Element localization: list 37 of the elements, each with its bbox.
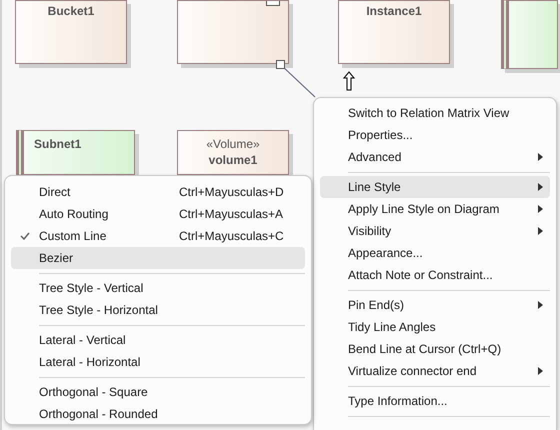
menu-item[interactable]: Type Information... (320, 390, 550, 412)
menu-item[interactable]: Bezier (11, 247, 305, 269)
stereotype-label: «Volume» (206, 137, 260, 151)
menu-item[interactable]: Custom Line Ctrl+Mayusculas+C (11, 225, 305, 247)
menu-item[interactable]: Lateral - Horizontal (11, 351, 305, 373)
menu-item[interactable]: Pin End(s) (320, 294, 550, 316)
submenu-arrow-icon (538, 227, 543, 235)
menu-item[interactable]: Apply Line Style on Diagram (320, 198, 550, 220)
element-name: Subnet1 (34, 137, 82, 151)
menu-item[interactable]: Direct Ctrl+Mayusculas+D (11, 181, 305, 203)
menu-item[interactable]: Lateral - Vertical (11, 329, 305, 351)
menu-item[interactable]: Tree Style - Vertical (11, 277, 305, 299)
menu-item[interactable]: Switch to Relation Matrix View (320, 102, 550, 124)
menu-item[interactable]: Tree Style - Horizontal (11, 299, 305, 321)
menu-item[interactable]: Tidy Line Angles (320, 316, 550, 338)
menu-item[interactable]: Appearance... (320, 242, 550, 264)
element-name: Instance1 (366, 4, 422, 18)
menu-item[interactable]: Attach Note or Constraint... (320, 264, 550, 286)
check-icon (20, 232, 30, 240)
selection-handle[interactable] (276, 60, 285, 69)
up-arrow-cursor-icon (343, 71, 355, 91)
submenu-arrow-icon (538, 183, 543, 191)
submenu-arrow-icon (538, 153, 543, 161)
submenu-arrow-icon (538, 205, 543, 213)
menu-item[interactable]: Orthogonal - Rounded (11, 403, 305, 425)
menu-item[interactable]: Advanced (320, 146, 550, 168)
menu-item[interactable]: Virtualize connector end (320, 360, 550, 382)
menu-item[interactable]: Visibility (320, 220, 550, 242)
menu-item[interactable]: Auto Routing Ctrl+Mayusculas+A (11, 203, 305, 225)
menu-item[interactable]: Bend Line at Cursor (Ctrl+Q) (320, 338, 550, 360)
element-name: Bucket1 (48, 4, 94, 18)
submenu-arrow-icon (538, 301, 543, 309)
menu-item[interactable]: Orthogonal - Square (11, 381, 305, 403)
element-name: volume1 (208, 153, 258, 167)
menu-item[interactable]: Properties... (320, 124, 550, 146)
menu-item[interactable]: Line Style (320, 176, 550, 198)
submenu-arrow-icon (538, 367, 543, 375)
